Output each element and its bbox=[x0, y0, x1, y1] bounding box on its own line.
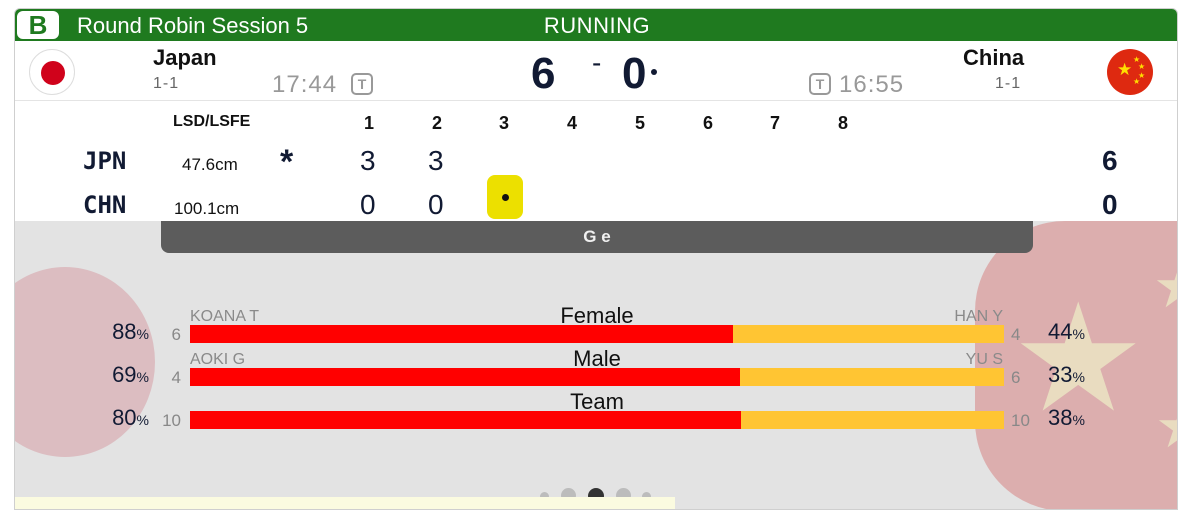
right-shot-count: 10 bbox=[1011, 411, 1030, 430]
footer-highlight bbox=[15, 497, 675, 509]
timer-icon: T bbox=[351, 73, 373, 95]
left-shot-count: 6 bbox=[171, 325, 181, 344]
end-number: 5 bbox=[635, 113, 646, 133]
team-right-lsd: 100.1cm bbox=[174, 199, 240, 218]
japan-flag-icon bbox=[29, 49, 75, 95]
current-end-marker bbox=[487, 175, 523, 219]
left-percentage: 69% bbox=[112, 362, 149, 387]
end-score: 0 bbox=[360, 189, 376, 220]
hammer-icon bbox=[651, 69, 657, 75]
team-left-name: Japan bbox=[153, 45, 217, 70]
team-left-lsd: 47.6cm bbox=[182, 155, 238, 174]
right-percentage: 33% bbox=[1048, 362, 1085, 387]
scoreboard-card: B Round Robin Session 5 RUNNING Japan 1-… bbox=[14, 8, 1178, 510]
lsd-header: LSD/LSFE bbox=[173, 113, 251, 130]
end-number: 7 bbox=[770, 113, 781, 133]
team-left-total: 6 bbox=[1102, 145, 1118, 176]
left-shot-count: 4 bbox=[171, 368, 181, 387]
right-player-name: HAN Y bbox=[954, 308, 1003, 325]
team-left-code: JPN bbox=[83, 147, 127, 175]
right-percentage: 38% bbox=[1048, 405, 1085, 430]
team-right-record: 1-1 bbox=[995, 75, 1022, 92]
left-fill bbox=[190, 411, 742, 429]
score-header: Japan 1-1 17:44 T 6 - 0 T 16:55 China 1-… bbox=[15, 41, 1177, 101]
end-number: 3 bbox=[499, 113, 510, 133]
score-separator: - bbox=[592, 47, 602, 78]
game-status: RUNNING bbox=[543, 13, 651, 38]
session-header: B Round Robin Session 5 RUNNING bbox=[15, 9, 1177, 41]
stat-comparison-bar bbox=[190, 325, 1004, 343]
stat-comparison-bar bbox=[190, 411, 1004, 429]
end-number: 8 bbox=[838, 113, 849, 133]
left-player-name: AOKI G bbox=[190, 351, 246, 368]
right-shot-count: 6 bbox=[1011, 368, 1021, 387]
left-percentage: 80% bbox=[112, 405, 149, 430]
team-left-score: 6 bbox=[531, 49, 556, 98]
left-shot-count: 10 bbox=[162, 411, 181, 430]
end-number: 2 bbox=[432, 113, 443, 133]
team-right-name: China bbox=[963, 45, 1025, 70]
team-left-record: 1-1 bbox=[153, 75, 180, 92]
hammer-mark: * bbox=[280, 143, 294, 181]
end-score: 3 bbox=[360, 145, 376, 176]
right-percentage: 44% bbox=[1048, 319, 1085, 344]
team-right-code: CHN bbox=[83, 191, 127, 219]
china-flag-icon: ★ ★ ★ ★ ★ bbox=[1107, 49, 1153, 95]
left-percentage: 88% bbox=[112, 319, 149, 344]
end-score: 0 bbox=[428, 189, 444, 220]
end-number: 6 bbox=[703, 113, 714, 133]
player-stats-panel: ★ ★ ★ G e FemaleKOANA THAN Y88%6444%Male… bbox=[15, 221, 1177, 509]
team-left-clock: 17:44 bbox=[272, 71, 338, 98]
end-score: 3 bbox=[428, 145, 444, 176]
team-right-clock: 16:55 bbox=[839, 71, 905, 98]
team-right-total: 0 bbox=[1102, 189, 1118, 220]
right-player-name: YU S bbox=[965, 351, 1003, 368]
end-scores-table: LSD/LSFE 1 2 3 4 5 6 7 8 JPN 47.6cm * 3 … bbox=[15, 101, 1177, 221]
right-shot-count: 4 bbox=[1011, 325, 1021, 344]
game-tab-band[interactable]: G e bbox=[161, 221, 1033, 253]
left-player-name: KOANA T bbox=[190, 308, 260, 325]
left-fill bbox=[190, 368, 741, 386]
end-number: 4 bbox=[567, 113, 578, 133]
team-right-score: 0 bbox=[622, 49, 647, 98]
timer-icon: T bbox=[809, 73, 831, 95]
end-number: 1 bbox=[364, 113, 375, 133]
left-fill bbox=[190, 325, 733, 343]
stat-comparison-bar bbox=[190, 368, 1004, 386]
